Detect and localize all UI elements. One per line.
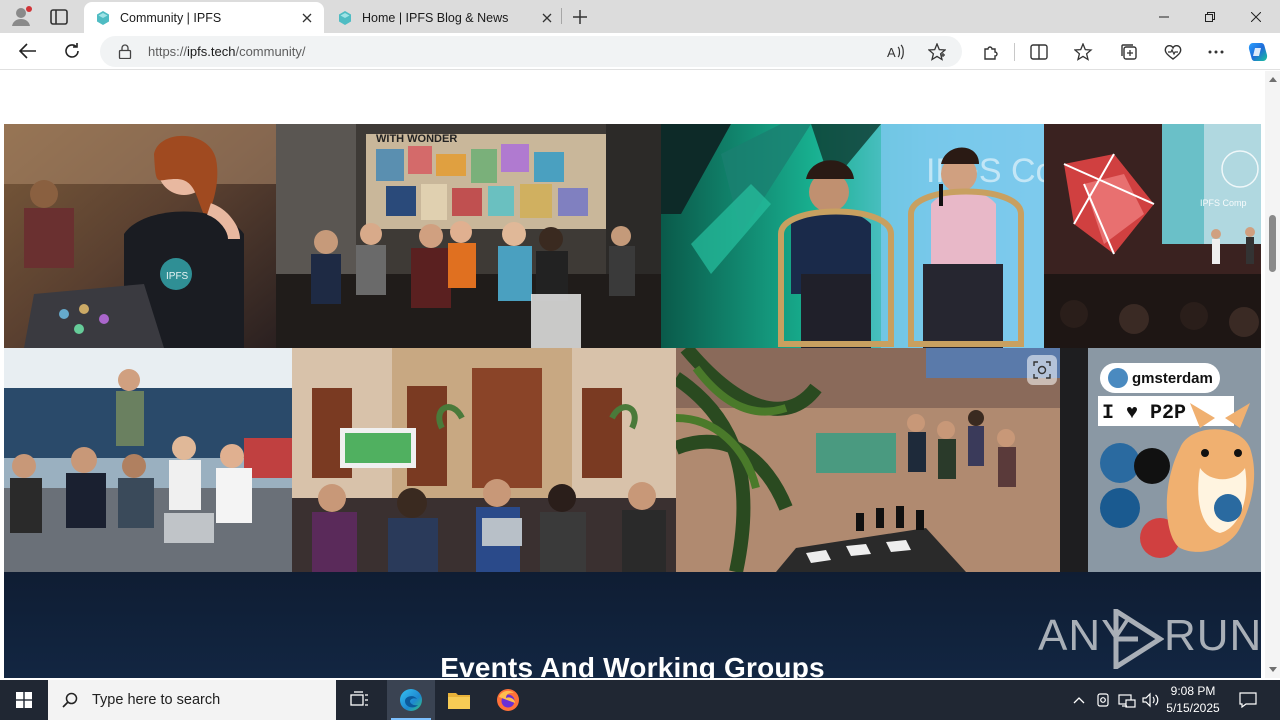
wall-sign-text: WITH WONDER: [376, 133, 457, 145]
copilot-icon[interactable]: [1244, 38, 1272, 66]
file-explorer-icon[interactable]: [435, 680, 483, 720]
more-menu-icon[interactable]: [1202, 38, 1230, 66]
page-scrollbar[interactable]: [1265, 71, 1280, 678]
refresh-icon[interactable]: [57, 37, 87, 65]
favorites-icon[interactable]: [1070, 38, 1098, 66]
taskbar-clock[interactable]: 9:08 PM 5/15/2025: [1160, 683, 1226, 717]
tab-strip: Community | IPFS Home | IPFS Blog & News: [0, 0, 1280, 33]
volume-icon[interactable]: [1140, 680, 1162, 720]
svg-text:A: A: [887, 45, 896, 60]
toolbar-separator: [1014, 43, 1015, 61]
tray-chevron-icon[interactable]: [1068, 680, 1090, 720]
anyrun-watermark: ANY RUN: [1038, 607, 1261, 671]
favorite-star-icon[interactable]: [927, 42, 947, 62]
ipfs-favicon-icon: [338, 10, 352, 25]
clock-time: 9:08 PM: [1170, 684, 1216, 698]
community-photo: [676, 348, 1060, 572]
edge-taskbar-icon[interactable]: [387, 680, 435, 720]
browser-toolbar: https://ipfs.tech/community/ A: [0, 33, 1280, 70]
clock-date: 5/15/2025: [1166, 701, 1220, 715]
search-placeholder: Type here to search: [92, 692, 221, 708]
community-photo: IPFS: [4, 124, 276, 348]
community-photo: IPFS Comp: [1044, 124, 1261, 348]
close-window-icon[interactable]: [1233, 0, 1279, 33]
close-tab-icon[interactable]: [536, 7, 558, 29]
read-aloud-icon[interactable]: A: [886, 42, 906, 62]
sticker-line2-text: I ♥ P2P: [1102, 402, 1186, 425]
community-photo: gmsterdam I ♥ P2P: [1060, 348, 1261, 572]
tab-title: Home | IPFS Blog & News: [362, 10, 509, 25]
tab-blog[interactable]: Home | IPFS Blog & News: [326, 2, 564, 33]
community-photo: IPFS Co: [661, 124, 1044, 348]
address-bar[interactable]: https://ipfs.tech/community/ A: [100, 36, 962, 67]
extensions-icon[interactable]: [977, 38, 1005, 66]
taskbar-search[interactable]: Type here to search: [48, 680, 336, 720]
windows-taskbar: Type here to search 9:08 PM 5/15/2025: [0, 680, 1280, 720]
network-icon[interactable]: [1116, 680, 1138, 720]
firefox-icon[interactable]: [484, 680, 532, 720]
scroll-up-icon[interactable]: [1269, 77, 1277, 82]
task-view-icon[interactable]: [336, 680, 384, 720]
url-text: https://ipfs.tech/community/: [148, 44, 306, 59]
tab-title: Community | IPFS: [120, 10, 222, 25]
visual-search-icon[interactable]: [1027, 355, 1057, 385]
new-tab-icon[interactable]: [568, 6, 592, 28]
search-icon: [62, 692, 78, 708]
shirt-logo-text: IPFS: [166, 271, 189, 282]
browser-essentials-icon[interactable]: [1159, 38, 1187, 66]
page-viewport: IPFS WITH WONDER IPFS Co IPFS Comp gmste…: [0, 71, 1280, 678]
community-photo: WITH WONDER: [276, 124, 661, 348]
split-screen-icon[interactable]: [1025, 38, 1053, 66]
community-photo: [4, 348, 292, 572]
tab-community[interactable]: Community | IPFS: [84, 2, 324, 33]
profile-icon[interactable]: [10, 5, 34, 27]
collections-icon[interactable]: [1115, 38, 1143, 66]
community-page: IPFS WITH WONDER IPFS Co IPFS Comp gmste…: [4, 71, 1261, 678]
restore-icon[interactable]: [1187, 0, 1233, 33]
device-icon[interactable]: [1092, 680, 1114, 720]
watermark-right-text: RUN: [1164, 611, 1261, 660]
windows-start-icon[interactable]: [0, 680, 48, 720]
tab-separator: [561, 8, 562, 24]
minimize-icon[interactable]: [1141, 0, 1187, 33]
scroll-down-icon[interactable]: [1269, 667, 1277, 672]
ipfs-favicon-icon: [96, 10, 110, 25]
lock-icon[interactable]: [118, 44, 132, 60]
notification-icon[interactable]: [1232, 680, 1264, 720]
scroll-thumb[interactable]: [1269, 215, 1276, 272]
back-arrow-icon[interactable]: [13, 37, 43, 65]
community-photo: [292, 348, 676, 572]
sticker-text: gmsterdam: [1132, 370, 1213, 387]
stage-sign-text: IPFS Comp: [1200, 198, 1247, 208]
close-tab-icon[interactable]: [296, 7, 318, 29]
tab-actions-icon[interactable]: [48, 7, 70, 27]
